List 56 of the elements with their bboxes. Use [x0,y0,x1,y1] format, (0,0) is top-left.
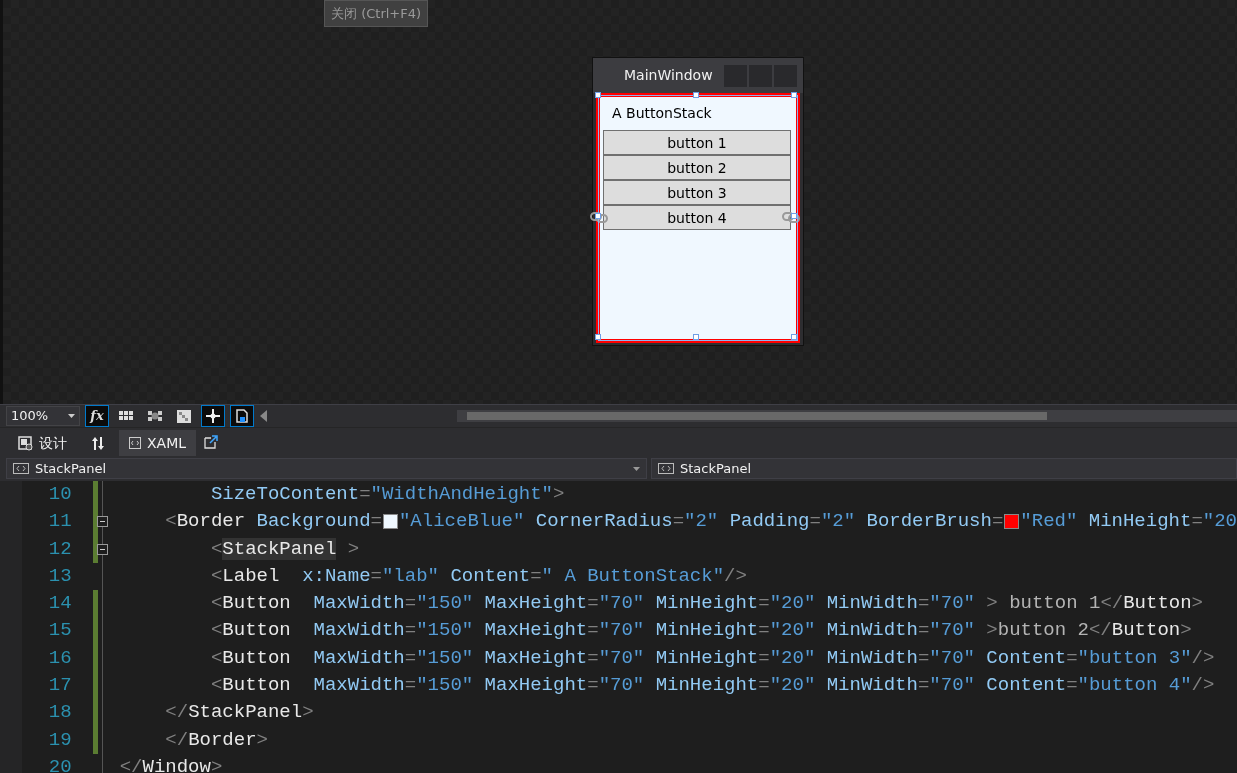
line-number: 19 [47,727,72,753]
stack-label: A ButtonStack [611,104,713,123]
checkerboard-icon [176,409,192,423]
line-number: 20 [47,754,72,773]
crosshair-icon [205,409,221,423]
document-icon [234,409,250,423]
element-icon [13,463,29,474]
line-number: 16 [47,645,72,671]
line-number: 14 [47,591,72,617]
line-number: 12 [47,536,72,562]
grid-icon [118,409,134,423]
code-text: </Border> [164,727,268,753]
line-number: 13 [47,563,72,589]
element-dropdown[interactable]: StackPanel [651,458,1237,479]
swap-icon[interactable] [91,436,105,451]
collapse-icon[interactable] [97,516,109,528]
code-text: <Border Background= [164,509,382,535]
window-title: MainWindow [624,66,713,85]
element-dropdown[interactable]: StackPanel [6,458,647,479]
caret-icon [633,466,640,471]
code-text: <Button MaxWidth="150" MaxHeight="70" MinHeight="20" MinWidth="70" >button 2</Button> [209,618,1192,644]
stack-button[interactable]: button 1 [603,130,791,155]
scroll-left-icon[interactable] [260,410,267,422]
code-text: "Red" MinHeight="20 [1020,509,1237,535]
popout-icon[interactable] [204,435,219,449]
tooltip: 关闭 (Ctrl+F4) [324,0,429,27]
snap-grid-icon [147,409,163,423]
line-number: 11 [47,509,72,535]
code-text: </StackPanel> [164,700,314,726]
scrollbar[interactable] [457,410,1237,422]
xaml-icon [129,437,141,449]
caret-icon [68,414,75,418]
design-icon [18,435,33,451]
zoom-dropdown[interactable]: 100% [6,406,80,426]
code-text: <StackPanel > [209,536,360,562]
toolbar-button[interactable] [201,405,225,427]
code-text: <Button MaxWidth="150" MaxHeight="70" MinHeight="20" MinWidth="70" Content="button 4"/> [209,673,1215,699]
code-text: "AliceBlue" CornerRadius="2" Padding="2" BorderBrush= [398,509,1004,535]
code-text: </Window> [119,754,223,773]
element-icon [658,463,674,474]
link-icon[interactable] [590,211,608,224]
code-text: <Button MaxWidth="150" MaxHeight="70" MinHeight="20" MinWidth="70" Content="button 3"/> [209,645,1215,671]
line-number: 18 [47,700,72,726]
stack-button[interactable]: button 3 [603,180,791,205]
line-number: 15 [47,618,72,644]
line-number: 17 [47,673,72,699]
formula-button[interactable]: fx [85,405,109,427]
toolbar-button[interactable] [230,405,254,427]
collapse-icon[interactable] [97,543,109,555]
view-tab[interactable]: XAML [119,430,197,456]
code-text: <Label x:Name="lab" Content=" A ButtonStack"/> [209,563,747,589]
code-text: SizeToContent="WidthAndHeight"> [209,482,565,507]
stack-button[interactable]: button 2 [603,155,791,180]
line-number: 10 [47,482,72,507]
stack-button[interactable]: button 4 [603,205,791,230]
code-text: <Button MaxWidth="150" MaxHeight="70" MinHeight="20" MinWidth="70" > button 1</Button> [209,591,1203,617]
